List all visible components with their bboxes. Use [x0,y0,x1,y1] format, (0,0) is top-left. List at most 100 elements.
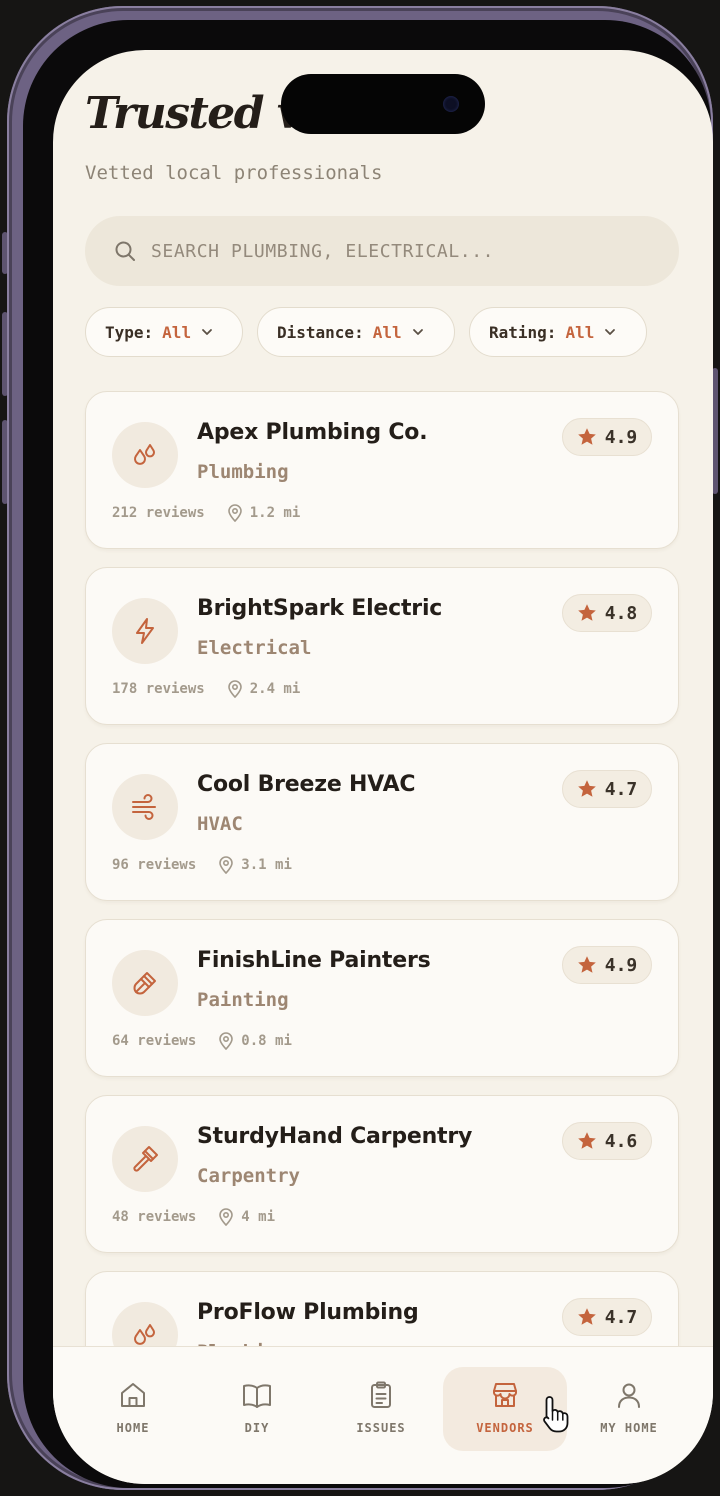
vendor-category: Plumbing [197,461,289,483]
vendor-meta: 212 reviews 1.2 mi [112,503,300,523]
user-icon [618,1383,640,1408]
vendor-icon-circle [112,950,178,1016]
vendor-reviews: 212 reviews [112,505,205,521]
bottom-tab-bar: HOME DIY ISSUES VENDORS MY HOME [53,1346,713,1484]
filter-distance-value: All [372,322,402,342]
tab-issues[interactable]: ISSUES [319,1367,443,1451]
map-pin-icon [227,680,242,698]
tab-my-home[interactable]: MY HOME [567,1367,691,1451]
lightning-icon [136,618,154,644]
vendor-meta: 64 reviews 0.8 mi [112,1031,292,1051]
vendor-distance: 1.2 mi [249,505,301,521]
star-icon [577,604,596,621]
map-pin-icon [219,856,234,874]
vendor-icon-circle [112,1126,178,1192]
search-icon [115,241,135,261]
rating-value: 4.9 [604,954,638,976]
wind-icon [132,794,156,820]
tab-diy[interactable]: DIY [195,1367,319,1451]
vendor-category: HVAC [197,813,243,835]
vendor-meta: 178 reviews 2.4 mi [112,679,300,699]
vendor-distance: 3.1 mi [241,857,292,873]
rating-badge: 4.7 [562,1298,652,1336]
phone-frame: Trusted vendors Vetted local professiona… [7,6,713,1490]
vendor-card[interactable]: Cool Breeze HVAC HVAC 96 reviews 3.1 mi … [85,743,679,901]
screen: Trusted vendors Vetted local professiona… [53,50,713,1484]
vendor-icon-circle [112,598,178,664]
tab-label: HOME [116,1421,150,1435]
paintbrush-icon [133,972,156,995]
rating-value: 4.7 [604,778,638,800]
filter-rating-label: Rating: [489,322,557,342]
house-icon [121,1383,145,1407]
book-icon [243,1384,271,1408]
rating-badge: 4.9 [562,418,652,456]
vendor-name: Cool Breeze HVAC [197,772,416,797]
filter-distance-label: Distance: [277,322,364,342]
filter-rating-value: All [565,322,595,342]
hammer-icon [133,1146,158,1172]
rating-badge: 4.6 [562,1122,652,1160]
tab-label: DIY [244,1421,270,1435]
vendor-name: ProFlow Plumbing [197,1300,419,1325]
vendor-distance: 4 mi [241,1209,276,1225]
chevron-down-icon [412,329,423,335]
vendor-reviews: 48 reviews [112,1209,197,1225]
rating-badge: 4.8 [562,594,652,632]
vendor-category: Painting [197,989,289,1011]
chevron-down-icon [202,329,212,335]
tab-label: ISSUES [356,1421,406,1435]
vendor-reviews: 178 reviews [112,681,205,697]
rating-value: 4.7 [604,1306,638,1328]
rating-badge: 4.9 [562,946,652,984]
dynamic-island [281,74,485,134]
map-pin-icon [219,1208,234,1226]
rating-value: 4.6 [604,1130,638,1152]
filter-type-value: All [162,322,192,342]
vendor-meta: 96 reviews 3.1 mi [112,855,292,875]
vendor-category: Electrical [197,637,312,659]
rating-value: 4.8 [604,602,638,624]
vendor-card[interactable]: BrightSpark Electric Electrical 178 revi… [85,567,679,725]
search-bar[interactable] [85,216,679,286]
star-icon [577,780,596,797]
filter-rating[interactable]: Rating: All [469,307,647,357]
star-icon [577,1132,596,1149]
star-icon [577,428,596,445]
filter-type[interactable]: Type: All [85,307,243,357]
vendor-card[interactable]: Apex Plumbing Co. Plumbing 212 reviews 1… [85,391,679,549]
page-subtitle: Vetted local professionals [85,162,383,184]
vendor-name: BrightSpark Electric [197,596,443,621]
vendor-distance: 0.8 mi [241,1033,292,1049]
store-icon [493,1383,517,1407]
hand-pointer-cursor-icon [543,1396,569,1433]
search-input[interactable] [151,216,651,286]
chevron-down-icon [605,329,616,335]
vendor-distance: 2.4 mi [249,681,301,697]
map-pin-icon [219,1032,234,1050]
rating-value: 4.9 [604,426,638,448]
vendor-name: FinishLine Painters [197,948,431,973]
rating-badge: 4.7 [562,770,652,808]
tab-label: MY HOME [600,1421,658,1435]
vendor-icon-circle [112,774,178,840]
vendor-category: Carpentry [197,1165,300,1187]
vendor-card[interactable]: FinishLine Painters Painting 64 reviews … [85,919,679,1077]
vendor-reviews: 64 reviews [112,1033,197,1049]
filter-distance[interactable]: Distance: All [257,307,455,357]
vendor-name: SturdyHand Carpentry [197,1124,473,1149]
filter-type-label: Type: [105,322,154,342]
camera-lens [443,96,459,112]
vendor-icon-circle [112,422,178,488]
star-icon [577,1308,596,1325]
vendor-reviews: 96 reviews [112,857,197,873]
droplets-icon [134,444,155,465]
phone-bezel: Trusted vendors Vetted local professiona… [23,20,713,1488]
vendor-meta: 48 reviews 4 mi [112,1207,275,1227]
tab-home[interactable]: HOME [71,1367,195,1451]
clipboard-icon [371,1381,391,1408]
vendor-card[interactable]: SturdyHand Carpentry Carpentry 48 review… [85,1095,679,1253]
star-icon [577,956,596,973]
map-pin-icon [227,504,242,522]
vendor-name: Apex Plumbing Co. [197,420,428,445]
